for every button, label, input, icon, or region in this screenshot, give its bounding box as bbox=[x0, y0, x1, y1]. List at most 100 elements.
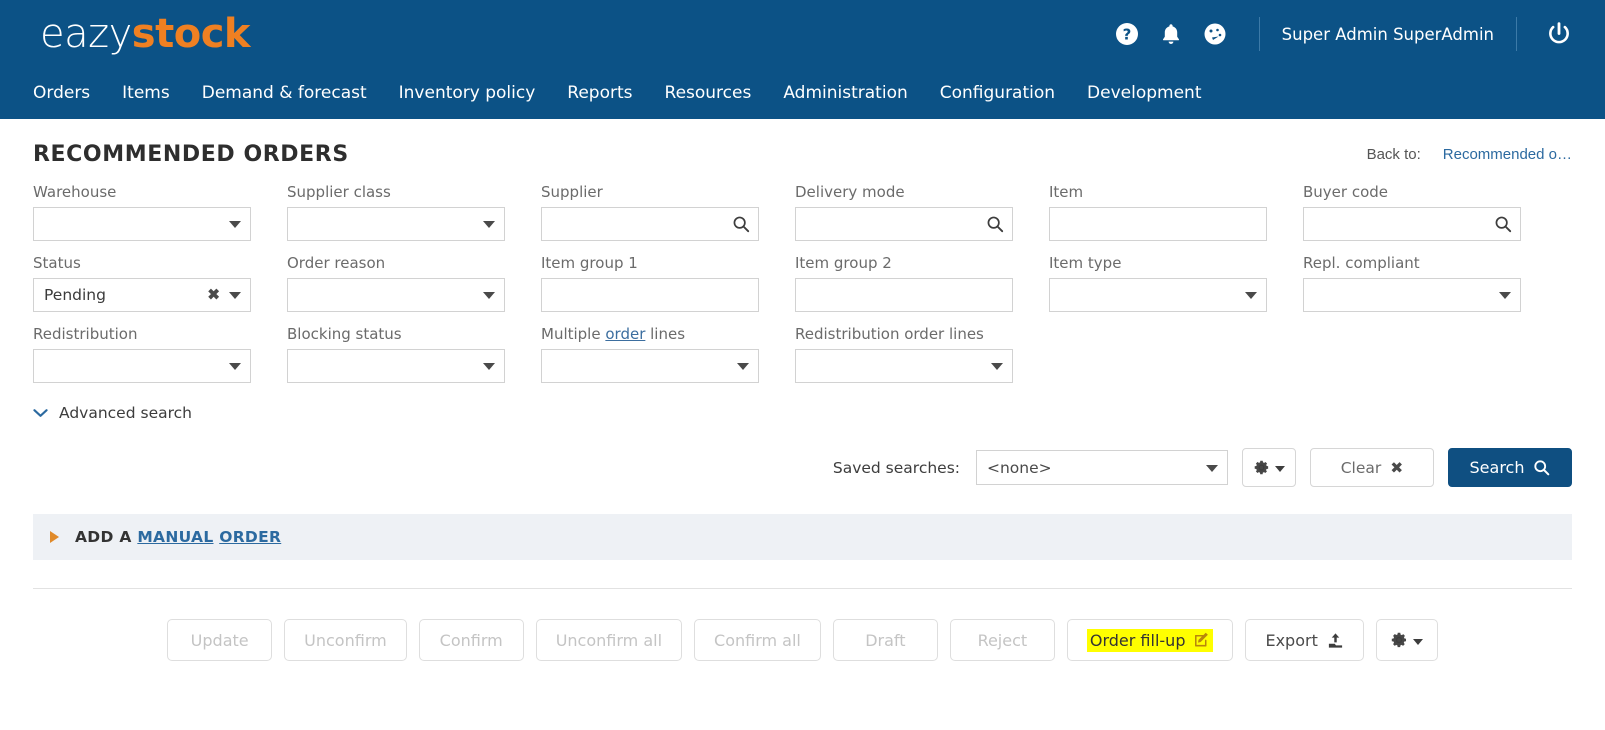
filter-blocking-status-label: Blocking status bbox=[287, 325, 402, 343]
edit-square-icon bbox=[1194, 632, 1210, 648]
multiple-order-lines-select[interactable] bbox=[541, 349, 759, 383]
chevron-down-icon bbox=[1413, 638, 1424, 645]
search-icon[interactable] bbox=[986, 215, 1004, 233]
draft-button[interactable]: Draft bbox=[832, 619, 938, 661]
top-header-right-group: ? Super Admin SuperAdmin bbox=[1105, 0, 1605, 68]
clear-button[interactable]: Clear ✖ bbox=[1310, 448, 1434, 487]
gear-icon bbox=[1390, 631, 1424, 649]
filter-item-label: Item bbox=[1049, 183, 1084, 201]
help-icon[interactable]: ? bbox=[1105, 12, 1149, 56]
logout-power-icon[interactable] bbox=[1539, 14, 1579, 54]
nav-item-configuration[interactable]: Configuration bbox=[940, 83, 1055, 103]
item-type-select[interactable] bbox=[1049, 278, 1267, 312]
saved-search-row: Saved searches: <none> Clear ✖ Search bbox=[33, 448, 1572, 487]
filter-order-reason: Order reason bbox=[287, 254, 505, 312]
chevron-down-icon bbox=[33, 408, 48, 418]
item-input[interactable] bbox=[1049, 207, 1267, 241]
upload-icon bbox=[1327, 632, 1344, 649]
reject-button[interactable]: Reject bbox=[949, 619, 1055, 661]
nav-item-demand-forecast[interactable]: Demand & forecast bbox=[202, 83, 367, 103]
breadcrumb: Back to: Recommended o… bbox=[1367, 146, 1572, 163]
nav-item-administration[interactable]: Administration bbox=[783, 83, 907, 103]
item-group-1-input[interactable] bbox=[541, 278, 759, 312]
supplier-input[interactable] bbox=[541, 207, 759, 241]
nav-item-reports[interactable]: Reports bbox=[567, 83, 632, 103]
redistribution-select[interactable] bbox=[33, 349, 251, 383]
filter-item-group-2: Item group 2 bbox=[795, 254, 1013, 312]
search-button[interactable]: Search bbox=[1448, 448, 1572, 487]
nav-item-orders[interactable]: Orders bbox=[33, 83, 90, 103]
delivery-mode-input[interactable] bbox=[795, 207, 1013, 241]
unconfirm-all-button-label: Unconfirm all bbox=[555, 630, 663, 650]
filter-redistribution-label: Redistribution bbox=[33, 325, 138, 343]
saved-searches-value: <none> bbox=[987, 458, 1052, 477]
export-button[interactable]: Export bbox=[1245, 619, 1364, 661]
confirm-button[interactable]: Confirm bbox=[418, 619, 524, 661]
filter-item-type-label: Item type bbox=[1049, 254, 1122, 272]
saved-searches-label: Saved searches: bbox=[832, 458, 960, 477]
page-title-row: RECOMMENDED ORDERS Back to: Recommended … bbox=[33, 119, 1572, 167]
nav-item-inventory-policy[interactable]: Inventory policy bbox=[399, 83, 536, 103]
label-part-post: lines bbox=[645, 325, 686, 343]
filter-delivery-mode-label: Delivery mode bbox=[795, 183, 905, 201]
confirm-all-button[interactable]: Confirm all bbox=[694, 619, 821, 661]
status-select[interactable]: Pending ✖ bbox=[33, 278, 251, 312]
dashboard-gauge-icon[interactable] bbox=[1193, 12, 1237, 56]
reject-button-label: Reject bbox=[977, 630, 1028, 650]
saved-search-options-button[interactable] bbox=[1242, 448, 1296, 487]
buyer-code-input[interactable] bbox=[1303, 207, 1521, 241]
add-manual-order-label: ADD A MANUAL ORDER bbox=[75, 528, 281, 546]
eazystock-logo[interactable]: eazy stock bbox=[40, 14, 251, 54]
supplier-class-select[interactable] bbox=[287, 207, 505, 241]
order-fill-up-button-label: Order fill-up bbox=[1089, 630, 1186, 650]
main-navigation-bar: Orders Items Demand & forecast Inventory… bbox=[0, 68, 1605, 119]
nav-item-items[interactable]: Items bbox=[122, 83, 170, 103]
close-icon: ✖ bbox=[1390, 458, 1404, 477]
filter-redistribution-order-lines-label: Redistribution order lines bbox=[795, 325, 984, 343]
order-link[interactable]: ORDER bbox=[219, 528, 281, 546]
unconfirm-button-label: Unconfirm bbox=[304, 630, 387, 650]
unconfirm-all-button[interactable]: Unconfirm all bbox=[535, 619, 683, 661]
filter-item: Item bbox=[1049, 183, 1267, 241]
svg-text:?: ? bbox=[1122, 26, 1131, 44]
action-button-bar: Update Unconfirm Confirm Unconfirm all C… bbox=[33, 619, 1572, 661]
search-icon[interactable] bbox=[732, 215, 750, 233]
repl-compliant-select[interactable] bbox=[1303, 278, 1521, 312]
warehouse-select[interactable] bbox=[33, 207, 251, 241]
advanced-search-toggle[interactable]: Advanced search bbox=[33, 404, 1572, 422]
top-header-bar: eazy stock ? Super Admin SuperAdmin bbox=[0, 0, 1605, 68]
filter-supplier: Supplier bbox=[541, 183, 759, 241]
redistribution-order-lines-select[interactable] bbox=[795, 349, 1013, 383]
filter-supplier-class-label: Supplier class bbox=[287, 183, 391, 201]
search-icon[interactable] bbox=[1494, 215, 1512, 233]
add-manual-order-panel[interactable]: ADD A MANUAL ORDER bbox=[33, 514, 1572, 560]
saved-searches-select[interactable]: <none> bbox=[976, 450, 1228, 485]
add-a-text: ADD A bbox=[75, 528, 138, 546]
unconfirm-button[interactable]: Unconfirm bbox=[284, 619, 407, 661]
order-reason-select[interactable] bbox=[287, 278, 505, 312]
order-term-link[interactable]: order bbox=[605, 325, 645, 343]
filter-buyer-code: Buyer code bbox=[1303, 183, 1521, 241]
filter-row-2: Status Pending ✖ Order reason Item group… bbox=[33, 254, 1572, 325]
manual-link[interactable]: MANUAL bbox=[137, 528, 213, 546]
filter-status-label: Status bbox=[33, 254, 81, 272]
table-options-gear-button[interactable] bbox=[1375, 619, 1438, 661]
chevron-down-icon bbox=[1206, 464, 1218, 472]
blocking-status-select[interactable] bbox=[287, 349, 505, 383]
update-button[interactable]: Update bbox=[167, 619, 273, 661]
confirm-button-label: Confirm bbox=[439, 630, 503, 650]
item-group-2-input[interactable] bbox=[795, 278, 1013, 312]
clear-status-icon[interactable]: ✖ bbox=[207, 288, 220, 303]
filter-repl-compliant: Repl. compliant bbox=[1303, 254, 1521, 312]
header-divider bbox=[1258, 17, 1260, 51]
nav-item-development[interactable]: Development bbox=[1087, 83, 1201, 103]
filter-warehouse: Warehouse bbox=[33, 183, 251, 241]
status-value: Pending bbox=[44, 286, 106, 304]
order-fill-up-button[interactable]: Order fill-up bbox=[1066, 619, 1234, 661]
nav-item-resources[interactable]: Resources bbox=[665, 83, 752, 103]
filter-buyer-code-label: Buyer code bbox=[1303, 183, 1389, 201]
current-user-name[interactable]: Super Admin SuperAdmin bbox=[1282, 25, 1494, 44]
filter-item-group-2-label: Item group 2 bbox=[795, 254, 892, 272]
back-to-link[interactable]: Recommended o… bbox=[1443, 146, 1572, 163]
notifications-bell-icon[interactable] bbox=[1149, 12, 1193, 56]
